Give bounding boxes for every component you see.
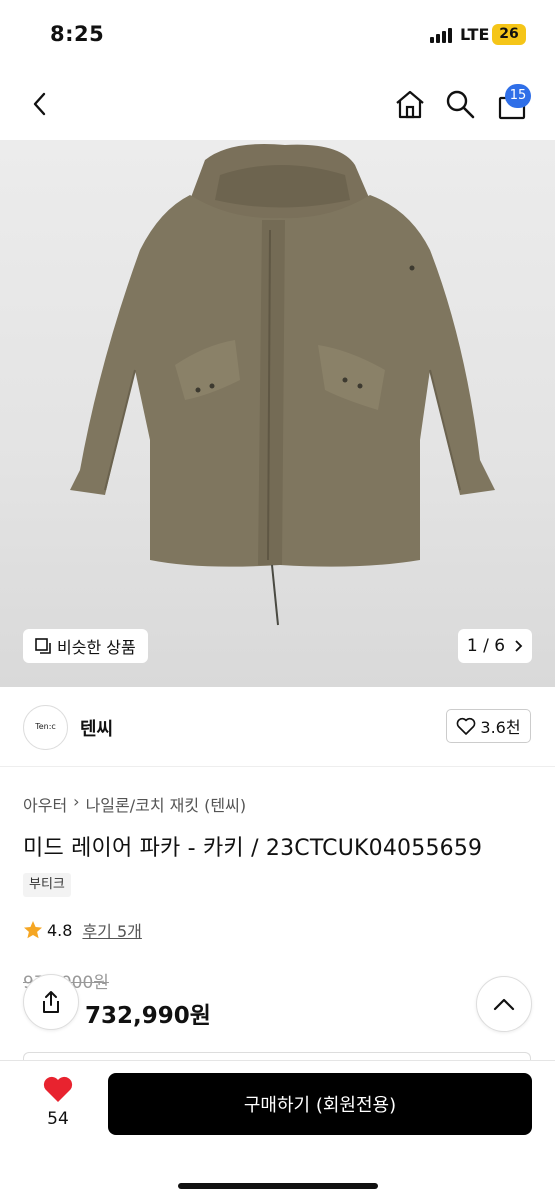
status-bar: 8:25 LTE 26 (0, 0, 555, 70)
share-button[interactable] (23, 974, 79, 1030)
similar-icon (35, 638, 51, 654)
breadcrumb: 아우터 › 나일론/코치 재킷 (텐씨) (23, 792, 246, 816)
network-label: LTE (460, 25, 490, 44)
image-counter-button[interactable]: 1 / 6 (458, 629, 532, 663)
brand-row: Ten:c 텐씨 3.6천 (0, 687, 555, 767)
breadcrumb-item[interactable]: 나일론/코치 재킷 (텐씨) (86, 792, 247, 816)
bottom-action-bar: 54 구매하기 (회원전용) (0, 1060, 555, 1200)
chevron-right-icon (515, 640, 523, 652)
wishlist-button[interactable]: 54 (30, 1075, 86, 1129)
battery-icon: 26 (492, 24, 526, 45)
reviews-link[interactable]: 후기 5개 (82, 918, 141, 942)
star-icon (24, 921, 42, 939)
brand-name[interactable]: 텐씨 (80, 715, 113, 741)
sale-price: 732,990원 (85, 1003, 211, 1029)
home-icon (396, 90, 424, 119)
brand-logo[interactable]: Ten:c (23, 705, 68, 750)
search-button[interactable] (440, 84, 480, 124)
brand-logo-text: Ten:c (35, 722, 56, 731)
home-indicator (178, 1183, 378, 1189)
product-image-gallery[interactable]: 비슷한 상품 1 / 6 (0, 140, 555, 687)
rating-value: 4.8 (47, 920, 73, 940)
brand-like-button[interactable]: 3.6천 (446, 709, 531, 743)
wishlist-count: 54 (47, 1109, 69, 1129)
image-counter: 1 / 6 (466, 636, 506, 656)
top-nav (0, 70, 555, 140)
share-icon (43, 991, 59, 1013)
chevron-left-icon (33, 92, 46, 116)
buy-button[interactable]: 구매하기 (회원전용) (108, 1073, 532, 1135)
product-image (70, 144, 495, 626)
back-button[interactable] (20, 84, 60, 124)
chevron-up-icon (493, 998, 515, 1011)
product-title: 미드 레이어 파카 - 카키 / 23CTCUK04055659 (23, 836, 483, 861)
home-button[interactable] (390, 84, 430, 124)
status-time: 8:25 (50, 22, 105, 46)
rating-row: 4.8 후기 5개 (23, 918, 142, 942)
heart-filled-icon (43, 1076, 73, 1102)
signal-icon (430, 27, 456, 43)
search-icon (446, 90, 475, 119)
similar-products-button[interactable]: 비슷한 상품 (23, 629, 148, 663)
product-tag: 부티크 (23, 873, 71, 897)
scroll-top-button[interactable] (476, 976, 532, 1032)
cart-count-badge: 15 (505, 84, 531, 108)
breadcrumb-separator-icon: › (73, 792, 80, 811)
similar-products-label: 비슷한 상품 (57, 638, 136, 657)
heart-outline-icon (457, 717, 476, 735)
brand-like-count: 3.6천 (480, 718, 521, 737)
breadcrumb-item[interactable]: 아우터 (23, 792, 67, 816)
